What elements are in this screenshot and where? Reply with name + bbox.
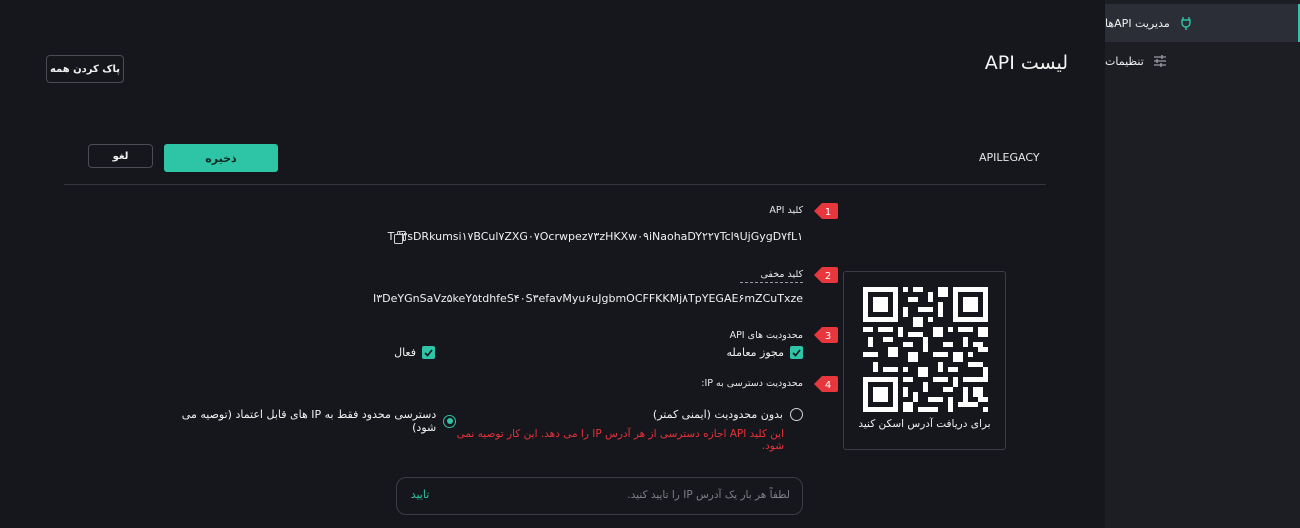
radio-button <box>443 414 456 428</box>
radio-button <box>790 408 803 421</box>
sidebar: مدیریت APIها تنظیمات <box>1105 0 1300 528</box>
divider <box>64 184 1046 185</box>
step-badge-3: 3 <box>814 327 838 343</box>
save-button[interactable]: ذخیره <box>164 144 278 172</box>
cancel-button[interactable]: لغو <box>88 144 153 168</box>
active-label: فعال <box>394 346 416 359</box>
check-icon <box>790 346 803 359</box>
qr-code-icon <box>863 287 988 412</box>
trade-permission-checkbox[interactable]: مجوز معامله <box>690 346 803 359</box>
api-key-label: کلید API <box>769 205 803 216</box>
step-badge-number: 2 <box>825 271 831 282</box>
check-icon <box>422 346 435 359</box>
plug-icon <box>1178 15 1194 31</box>
secret-key-value: I۳DeYGnSaVz۵keY۵tdhfeS۴۰S۳efavMyu۶uJgbmO… <box>373 292 803 305</box>
sidebar-item-label: تنظیمات <box>1105 54 1144 68</box>
sidebar-item-label: مدیریت APIها <box>1105 16 1170 30</box>
step-badge-2: 2 <box>814 267 838 283</box>
qr-caption: برای دریافت آدرس اسکن کنید <box>858 418 991 430</box>
active-checkbox[interactable]: فعال <box>370 346 435 359</box>
no-restriction-radio[interactable]: بدون محدودیت (ایمنی کمتر) <box>600 408 803 421</box>
page-title: لیست API <box>984 52 1068 74</box>
ip-input-placeholder: لطفاً هر بار یک آدرس IP را تایید کنید. <box>627 489 790 501</box>
step-badge-1: 1 <box>814 203 838 219</box>
step-badge-4: 4 <box>814 376 838 392</box>
trade-permission-label: مجوز معامله <box>726 346 784 359</box>
sidebar-item-settings[interactable]: تنظیمات <box>1105 42 1300 80</box>
secret-key-label: کلید مخفی <box>740 269 803 283</box>
copy-icon[interactable] <box>394 231 406 244</box>
restricted-radio[interactable]: دسترسی محدود فقط به IP های قابل اعتماد (… <box>160 408 456 434</box>
qr-panel: برای دریافت آدرس اسکن کنید <box>843 271 1006 450</box>
restricted-label: دسترسی محدود فقط به IP های قابل اعتماد (… <box>181 408 437 434</box>
sidebar-item-api-management[interactable]: مدیریت APIها <box>1105 4 1300 42</box>
confirm-button[interactable]: تایید <box>405 488 435 501</box>
step-badge-number: 4 <box>825 380 831 391</box>
ip-restriction-label: محدودیت دسترسی به IP: <box>701 378 803 389</box>
clear-all-button[interactable]: پاک کردن همه <box>46 55 124 83</box>
api-key-value: Td۳sDRkumsi۱۷BCul۷ZXG۰۷Ocrwpez۷۳zHKXw۰۹i… <box>387 230 803 243</box>
api-name: APILEGACY <box>979 151 1040 164</box>
warning-text: این کلید API اجازه دسترسی از هر آدرس IP … <box>456 428 784 452</box>
step-badge-number: 3 <box>825 331 831 342</box>
api-restrictions-label: محدودیت های API <box>729 330 803 341</box>
step-badge-number: 1 <box>825 207 831 218</box>
no-restriction-label: بدون محدودیت (ایمنی کمتر) <box>652 408 783 421</box>
ip-input-field[interactable]: لطفاً هر بار یک آدرس IP را تایید کنید. ت… <box>396 477 803 515</box>
sliders-icon <box>1152 53 1168 69</box>
